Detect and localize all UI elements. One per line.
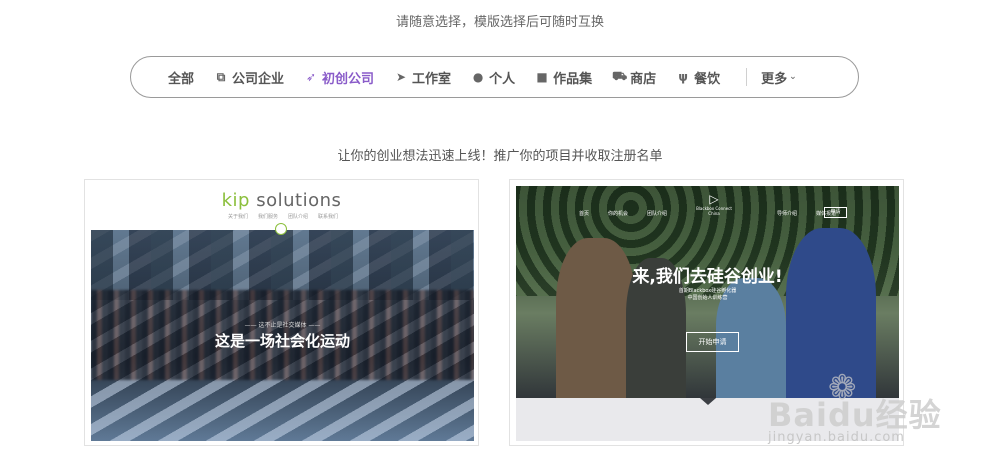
filter-label: 全部 xyxy=(168,71,195,87)
filter-personal[interactable]: ● 个人 xyxy=(471,68,515,87)
section-subtitle: 让你的创业想法迅速上线！推广你的项目并收取注册名单 xyxy=(337,149,663,164)
cutlery-icon: ψ xyxy=(678,70,688,84)
cart-icon: ⛟ xyxy=(612,69,628,83)
kip-nav-item: 关于我们 xyxy=(228,214,249,220)
filter-all[interactable]: 全部 xyxy=(168,68,194,87)
kip-nav-item: 团队介绍 xyxy=(288,214,309,220)
watermark-url: jingyan.baidu.com xyxy=(768,430,905,445)
kip-logo: kip solutions xyxy=(221,190,342,211)
bb-nav-item: 导师介绍 xyxy=(777,211,798,217)
rocket-icon: ➶ xyxy=(306,70,317,84)
blackbox-headline: 来,我们去硅谷创业! xyxy=(632,267,783,287)
filter-label: 工作室 xyxy=(412,71,452,87)
start-apply-button: 开始申请 xyxy=(686,332,739,352)
kip-headline: 这是一场社会化运动 xyxy=(214,332,350,350)
user-icon: ● xyxy=(472,70,484,84)
chevron-down-icon: ⌄ xyxy=(789,72,797,82)
kip-nav-item: 我们服务 xyxy=(258,214,279,220)
filter-startup[interactable]: ➶ 初创公司 xyxy=(304,68,374,87)
filter-company[interactable]: ⧉ 公司企业 xyxy=(214,68,284,87)
template-hint: 请随意选择，模版选择后可随时互换 xyxy=(395,15,604,30)
filter-label: 个人 xyxy=(489,71,516,87)
blackbox-logo: ▷ Blackbox Connect China xyxy=(686,192,742,230)
filter-label: 商店 xyxy=(630,71,657,87)
blackbox-subline: 首期Blackbox硅谷孵化器 xyxy=(678,288,737,294)
more-label: 更多 xyxy=(761,71,788,87)
template-card-kip[interactable]: kip solutions 关于我们 我们服务 团队介绍 联系我们 —— 这不止… xyxy=(84,179,479,446)
copy-icon: ⧉ xyxy=(216,69,226,84)
paper-plane-icon: ➤ xyxy=(396,70,407,84)
filter-shop[interactable]: ⛟ 商店 xyxy=(612,68,656,87)
filter-dining[interactable]: ψ 餐饮 xyxy=(676,68,720,87)
briefcase-icon: ■ xyxy=(536,70,548,84)
category-filter-bar: 全部 ⧉ 公司企业 ➶ 初创公司 ➤ 工作室 ● 个人 ■ 作品集 ⛟ 商店 ψ… xyxy=(130,56,859,98)
blackbox-subline: 中国创始人训练营 xyxy=(687,295,728,301)
kip-hero-image: —— 这不止是社交媒体 —— 这是一场社会化运动 xyxy=(91,230,474,441)
filter-label: 餐饮 xyxy=(694,71,721,87)
arrow-down-icon xyxy=(700,398,716,405)
bb-nav-item: 你的机会 xyxy=(608,211,629,217)
filter-label: 初创公司 xyxy=(322,71,375,87)
filter-portfolio[interactable]: ■ 作品集 xyxy=(535,68,592,87)
kip-nav: 关于我们 我们服务 团队介绍 联系我们 xyxy=(228,213,338,220)
bb-nav-item: 团队介绍 xyxy=(647,211,668,217)
filter-label: 作品集 xyxy=(553,71,593,87)
more-dropdown[interactable]: 更多 ⌄ xyxy=(761,68,797,87)
kip-tagline: —— 这不止是社交媒体 —— xyxy=(244,322,321,329)
kip-nav-item: 联系我们 xyxy=(318,214,339,220)
power-icon xyxy=(275,223,287,235)
blackbox-hero-image: 首页 你的机会 团队介绍 导师介绍 媒体报道 ▷ Blackbox Connec… xyxy=(516,186,899,398)
bb-nav-item: 首页 xyxy=(579,211,590,217)
filter-label: 公司企业 xyxy=(232,71,285,87)
play-logo-icon: ▷ xyxy=(709,192,719,206)
filter-studio[interactable]: ➤ 工作室 xyxy=(394,68,451,87)
apply-button-top: 申请 xyxy=(824,207,847,218)
divider xyxy=(746,68,748,86)
baidu-watermark: ❁ Baidu经验 jingyan.baidu.com xyxy=(768,368,988,468)
